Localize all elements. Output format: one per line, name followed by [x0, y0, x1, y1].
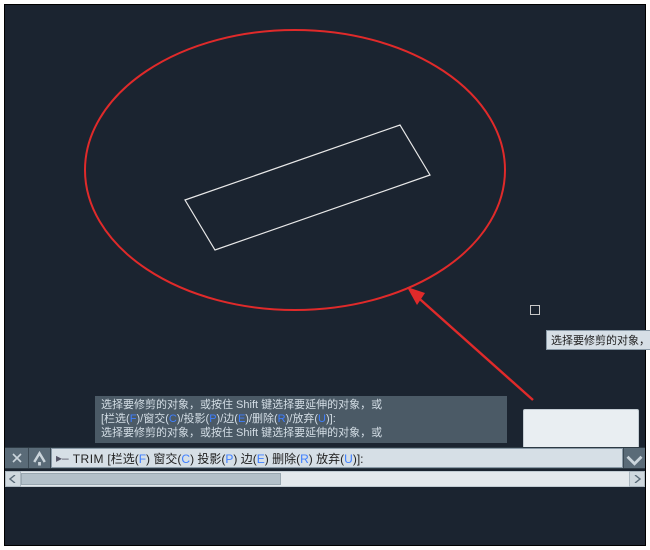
- history-line: [栏选(F)/窗交(C)/投影(P)/边(E)/删除(R)/放弃(U)]:: [101, 412, 501, 426]
- lower-filler: [5, 487, 645, 545]
- annotation-arrow: [407, 287, 533, 400]
- active-command-name: TRIM: [73, 452, 104, 466]
- parallelogram-shape: [185, 125, 430, 250]
- command-input[interactable]: ▸– TRIM [栏选(F) 窗交(C) 投影(P) 边(E) 删除(R) 放弃…: [51, 448, 623, 468]
- command-history-toggle-icon[interactable]: [623, 448, 645, 468]
- command-chevron-icon: ▸–: [56, 451, 69, 465]
- horizontal-scrollbar[interactable]: [5, 471, 645, 487]
- prompt-tooltip: 选择要修剪的对象，或按: [546, 330, 650, 350]
- option-c[interactable]: C: [181, 452, 190, 466]
- command-history: 选择要修剪的对象，或按住 Shift 键选择要延伸的对象，或 [栏选(F)/窗交…: [95, 396, 507, 443]
- model-space[interactable]: 选择要修剪的对象，或按: [5, 5, 645, 411]
- option-u[interactable]: U: [344, 452, 353, 466]
- history-line: 选择要修剪的对象，或按住 Shift 键选择要延伸的对象，或: [101, 426, 501, 440]
- app-frame: 选择要修剪的对象，或按 选择要修剪的对象，或按住 Shift 键选择要延伸的对象…: [4, 4, 646, 546]
- scroll-left-icon[interactable]: [5, 471, 21, 487]
- command-bar-config-icon[interactable]: [29, 448, 51, 468]
- command-bar: ▸– TRIM [栏选(F) 窗交(C) 投影(P) 边(E) 删除(R) 放弃…: [5, 447, 645, 469]
- option-f[interactable]: F: [139, 452, 146, 466]
- scrollbar-track[interactable]: [21, 471, 629, 487]
- option-e[interactable]: E: [257, 452, 265, 466]
- scrollbar-thumb[interactable]: [21, 473, 281, 485]
- option-r[interactable]: R: [300, 452, 309, 466]
- annotation-ellipse: [85, 30, 505, 310]
- command-bar-close-icon[interactable]: [5, 448, 29, 468]
- scroll-right-icon[interactable]: [629, 471, 645, 487]
- crosshair-pickbox[interactable]: [530, 305, 540, 315]
- drawing-svg: [5, 5, 645, 411]
- history-line: 选择要修剪的对象，或按住 Shift 键选择要延伸的对象，或: [101, 398, 501, 412]
